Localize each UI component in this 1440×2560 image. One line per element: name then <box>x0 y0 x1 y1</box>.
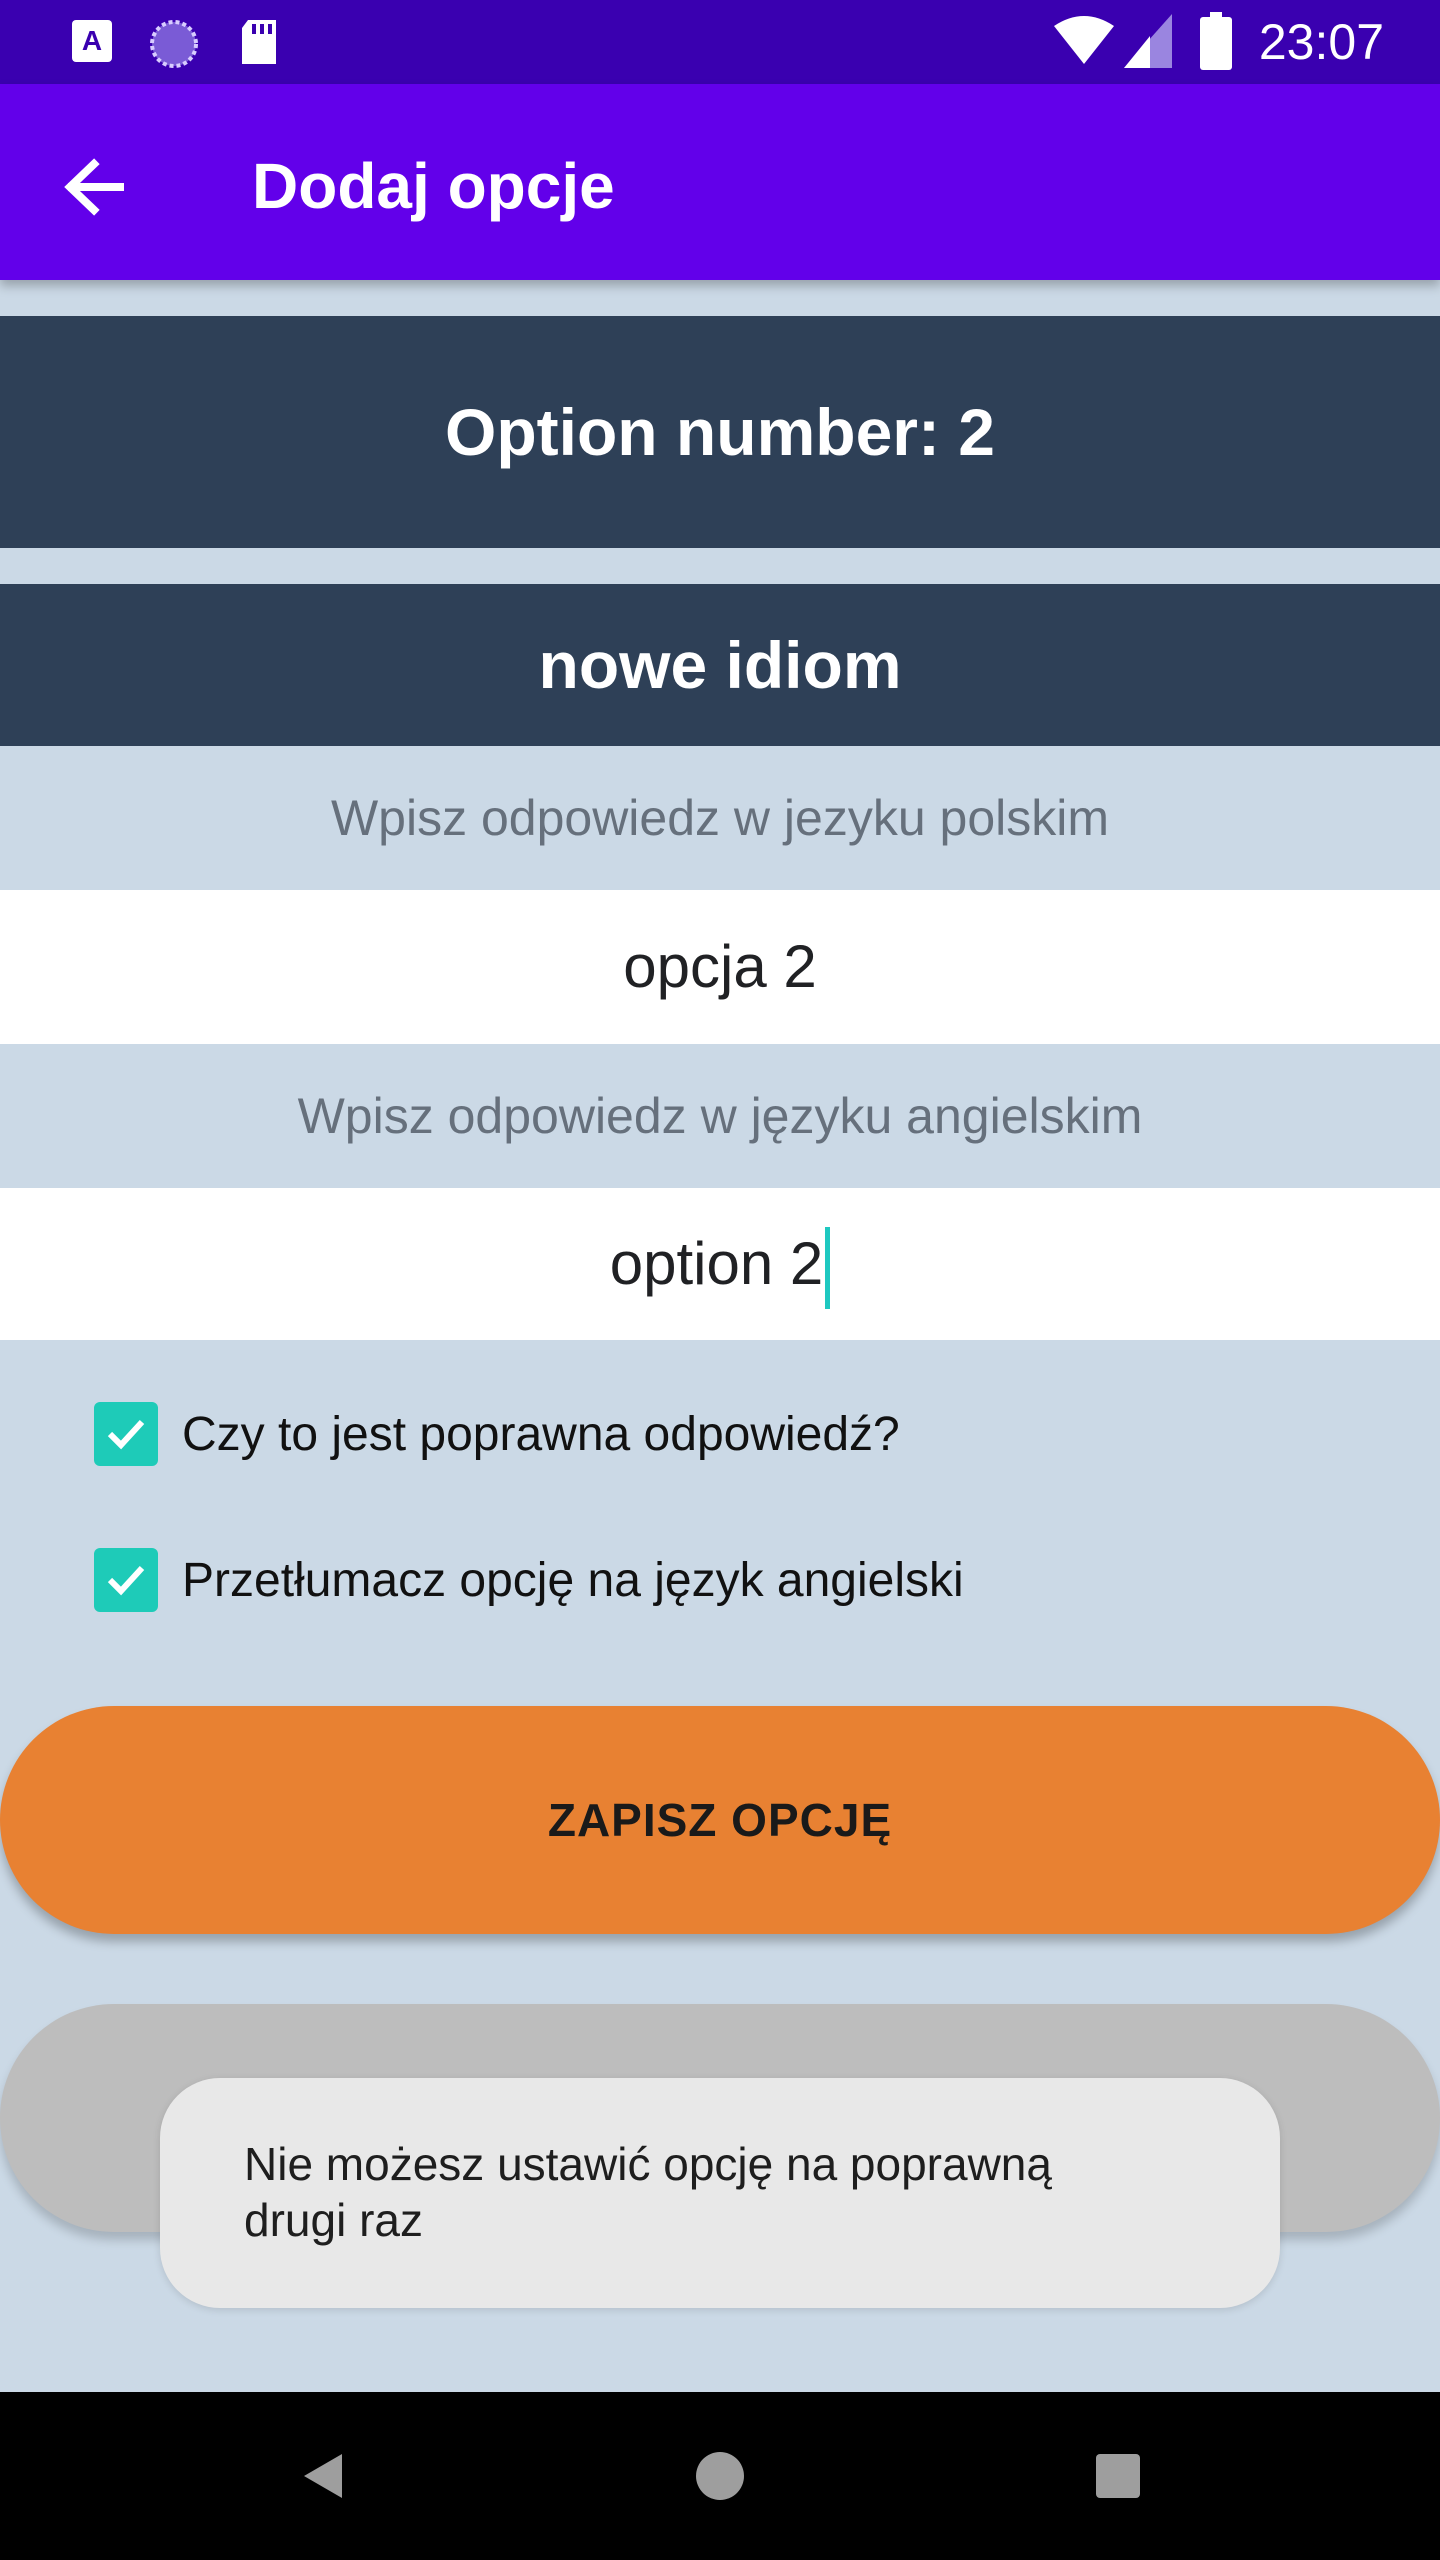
check-icon <box>107 1565 145 1596</box>
save-option-button[interactable]: ZAPISZ OPCJĘ <box>0 1706 1440 1934</box>
toast-line-2: drugi raz <box>244 2194 423 2246</box>
correct-answer-checkbox-row[interactable]: Czy to jest poprawna odpowiedź? <box>94 1402 900 1466</box>
signal-icon <box>1124 14 1172 68</box>
svg-text:A: A <box>82 25 102 56</box>
correct-answer-label: Czy to jest poprawna odpowiedź? <box>182 1407 900 1461</box>
page-title: Dodaj opcje <box>252 150 615 222</box>
app-bar: Dodaj opcje <box>0 84 1440 280</box>
recents-square-icon[interactable] <box>1078 2436 1158 2516</box>
translate-option-label: Przetłumacz opcję na język angielski <box>182 1553 964 1607</box>
option-number-header: Option number: 2 <box>0 316 1440 548</box>
translate-option-checkbox-row[interactable]: Przetłumacz opcję na język angielski <box>94 1548 964 1612</box>
sd-card-icon <box>242 20 276 64</box>
wifi-icon <box>1054 16 1114 64</box>
text-cursor <box>825 1227 831 1310</box>
status-bar: A 23:07 <box>0 0 1440 84</box>
idiom-title: nowe idiom <box>0 584 1440 746</box>
arrow-back-icon[interactable] <box>50 142 140 232</box>
toast-message: Nie możesz ustawić opcję na poprawną dru… <box>160 2078 1280 2308</box>
back-triangle-icon[interactable] <box>282 2436 362 2516</box>
home-circle-icon[interactable] <box>680 2436 760 2516</box>
battery-icon <box>1200 12 1232 70</box>
correct-answer-checkbox[interactable] <box>94 1402 158 1466</box>
status-time: 23:07 <box>1258 14 1384 70</box>
english-answer-input[interactable]: option 2 <box>0 1188 1440 1340</box>
app-a-icon: A <box>72 20 112 62</box>
translate-option-checkbox[interactable] <box>94 1548 158 1612</box>
english-answer-hint: Wpisz odpowiedz w języku angielskim <box>297 1088 1143 1144</box>
polish-answer-input[interactable]: opcja 2 <box>0 890 1440 1044</box>
check-icon <box>107 1419 145 1450</box>
english-answer-value: option 2 <box>609 1230 824 1297</box>
system-nav-bar <box>0 2392 1440 2560</box>
polish-answer-value: opcja 2 <box>623 933 817 1000</box>
loading-circle-icon <box>150 20 198 68</box>
toast-line-1: Nie możesz ustawić opcję na poprawną <box>244 2138 1052 2190</box>
polish-answer-hint: Wpisz odpowiedz w jezyku polskim <box>330 790 1110 846</box>
